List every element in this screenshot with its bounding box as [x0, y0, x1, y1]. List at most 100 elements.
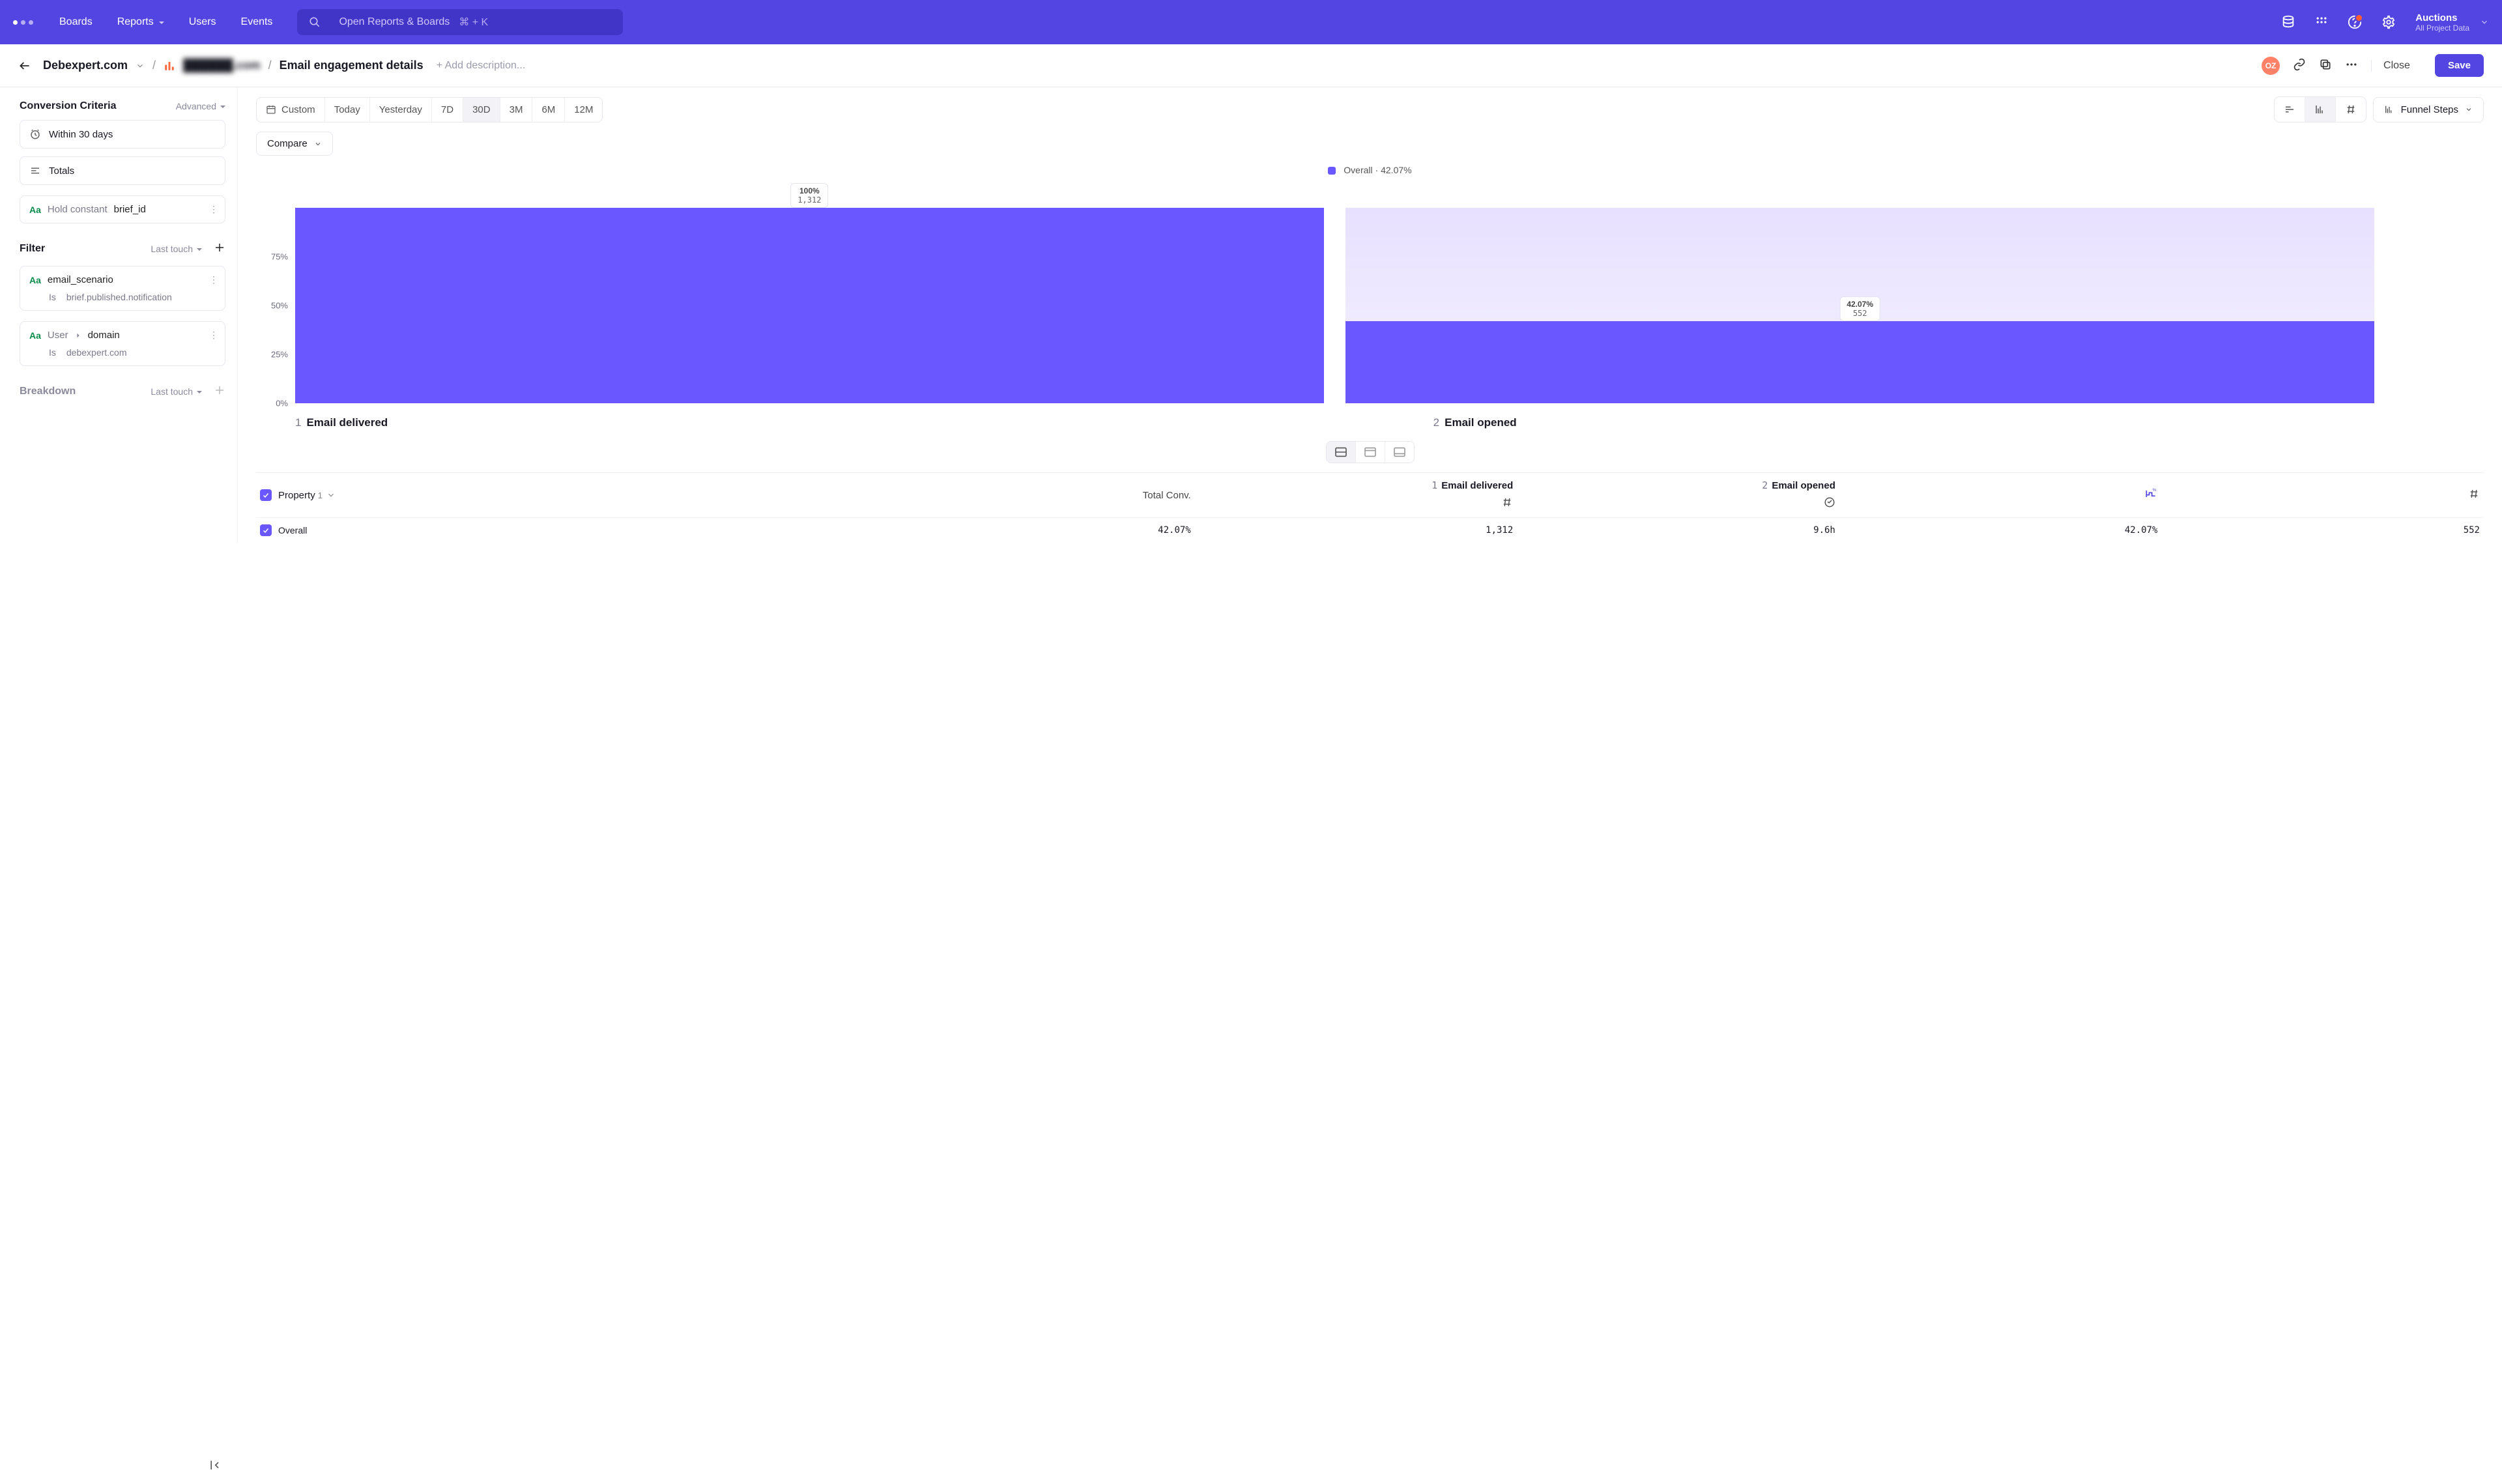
add-filter-button[interactable]	[214, 242, 225, 255]
app-menu-dots[interactable]	[13, 20, 33, 25]
funnel-bar-step-1[interactable]	[295, 208, 1324, 403]
row-step1-count: 1,312	[1191, 525, 1514, 535]
add-description[interactable]: + Add description...	[437, 60, 526, 72]
view-linear-icon[interactable]	[2275, 97, 2305, 122]
hold-constant-value: brief_id	[114, 204, 146, 215]
settings-gear-icon[interactable]	[2381, 15, 2396, 29]
card-overflow-icon[interactable]: ⋮	[209, 274, 218, 285]
chevron-right-icon	[75, 332, 81, 339]
breadcrumb-domain[interactable]: Debexpert.com	[43, 59, 128, 72]
database-icon[interactable]	[2281, 15, 2295, 29]
legend-series-pct: 42.07%	[1381, 165, 1411, 175]
range-yesterday[interactable]: Yesterday	[370, 98, 432, 122]
conversion-rate-icon[interactable]: %	[1835, 487, 2158, 503]
filter-title: Filter	[20, 243, 45, 255]
column-property[interactable]: Property 1	[260, 489, 869, 501]
filter-card[interactable]: Aa email_scenario Is brief.published.not…	[20, 266, 225, 311]
chart-measure-label: Funnel Steps	[2401, 104, 2458, 115]
range-7d[interactable]: 7D	[432, 98, 463, 122]
time-to-convert-icon[interactable]	[1824, 496, 1835, 511]
filter-property-suffix: domain	[88, 330, 120, 341]
report-header: Debexpert.com / ██████.com / Email engag…	[0, 44, 2502, 87]
conversion-window[interactable]: Within 30 days	[20, 120, 225, 149]
legend-swatch	[1328, 167, 1336, 175]
counting-method-label: Totals	[49, 165, 74, 177]
chart-legend[interactable]: Overall · 42.07%	[256, 165, 2484, 175]
report-title[interactable]: Email engagement details	[280, 59, 424, 72]
nav-users[interactable]: Users	[189, 16, 216, 28]
hold-constant-card[interactable]: Aa Hold constant brief_id ⋮	[20, 195, 225, 223]
view-numeric-icon[interactable]	[2336, 97, 2366, 122]
breakdown-attribution[interactable]: Last touch	[151, 386, 202, 397]
text-property-icon: Aa	[29, 275, 41, 285]
legend-series-name: Overall	[1344, 165, 1372, 175]
user-avatar[interactable]: OZ	[2262, 57, 2280, 75]
text-property-icon: Aa	[29, 330, 41, 341]
clock-icon	[29, 128, 41, 140]
search-icon	[309, 16, 321, 28]
help-icon[interactable]	[2348, 15, 2362, 29]
filter-operator: Is	[49, 347, 56, 358]
range-30d[interactable]: 30D	[463, 98, 500, 122]
view-bar-chart-icon[interactable]	[2305, 97, 2336, 122]
range-3m[interactable]: 3M	[500, 98, 533, 122]
table-row[interactable]: Overall 42.07% 1,312 9.6h 42.07% 552	[256, 517, 2484, 543]
project-switcher[interactable]: Auctions All Project Data	[2415, 12, 2489, 33]
copy-icon[interactable]	[2319, 58, 2332, 73]
range-today[interactable]: Today	[325, 98, 370, 122]
filter-value: debexpert.com	[66, 347, 127, 358]
more-overflow-icon[interactable]	[2345, 58, 2358, 73]
funnel-chart-icon	[164, 60, 175, 72]
checkbox-icon[interactable]	[260, 524, 272, 536]
range-12m[interactable]: 12M	[565, 98, 602, 122]
global-search[interactable]: Open Reports & Boards ⌘ + K	[297, 9, 623, 35]
y-tick: 25%	[271, 350, 288, 360]
advanced-toggle[interactable]: Advanced	[176, 101, 225, 111]
filter-attribution[interactable]: Last touch	[151, 244, 202, 254]
project-scope: All Project Data	[2415, 23, 2469, 33]
checkbox-icon[interactable]	[260, 489, 272, 501]
column-step-1[interactable]: 1Email delivered	[1431, 479, 1513, 491]
compare-label: Compare	[267, 138, 308, 149]
conversion-criteria-title: Conversion Criteria	[20, 100, 116, 112]
chevron-down-icon[interactable]	[136, 61, 145, 70]
nav-events[interactable]: Events	[241, 16, 273, 28]
filter-card[interactable]: Aa User domain Is debexpert.com ⋮	[20, 321, 225, 366]
collapse-sidebar-icon[interactable]	[208, 1459, 222, 1474]
chart-measure-selector[interactable]: Funnel Steps	[2373, 97, 2484, 122]
funnel-bar-step-2[interactable]	[1345, 321, 2374, 403]
table-layout-top-icon[interactable]	[1356, 442, 1385, 463]
nav-reports[interactable]: Reports	[117, 16, 164, 28]
row-label: Overall	[278, 525, 307, 535]
card-overflow-icon[interactable]: ⋮	[209, 330, 218, 341]
y-tick: 0%	[276, 399, 288, 408]
range-6m[interactable]: 6M	[532, 98, 565, 122]
compare-toggle[interactable]: Compare	[256, 132, 333, 156]
card-overflow-icon[interactable]: ⋮	[209, 204, 218, 215]
add-breakdown-button[interactable]	[214, 384, 225, 398]
counting-method[interactable]: Totals	[20, 156, 225, 185]
y-tick: 50%	[271, 301, 288, 311]
column-step-2[interactable]: 2Email opened	[1762, 479, 1835, 491]
table-layout-bottom-icon[interactable]	[1385, 442, 1414, 463]
count-icon[interactable]	[2157, 488, 2480, 502]
date-range-selector: Custom Today Yesterday 7D 30D 3M 6M 12M	[256, 97, 603, 122]
share-link-icon[interactable]	[2293, 58, 2306, 73]
range-custom[interactable]: Custom	[257, 98, 325, 122]
back-arrow-icon[interactable]	[18, 59, 31, 72]
apps-grid-icon[interactable]	[2315, 16, 2328, 29]
top-nav: Boards Reports Users Events Open Reports…	[0, 0, 2502, 44]
bar-chart-icon	[2384, 104, 2394, 115]
table-layout-split-icon[interactable]	[1327, 442, 1356, 463]
column-total-conv[interactable]: Total Conv.	[1143, 490, 1191, 501]
nav-boards[interactable]: Boards	[59, 16, 93, 28]
breadcrumb: Debexpert.com / ██████.com / Email engag…	[43, 59, 424, 72]
row-total-conv: 42.07%	[869, 525, 1191, 535]
filter-operator: Is	[49, 292, 56, 302]
text-property-icon: Aa	[29, 205, 41, 215]
filter-property-name: email_scenario	[48, 274, 113, 285]
count-icon[interactable]	[1501, 496, 1513, 511]
list-icon	[29, 165, 41, 177]
save-button[interactable]: Save	[2435, 54, 2484, 77]
close-button[interactable]: Close	[2371, 60, 2422, 72]
